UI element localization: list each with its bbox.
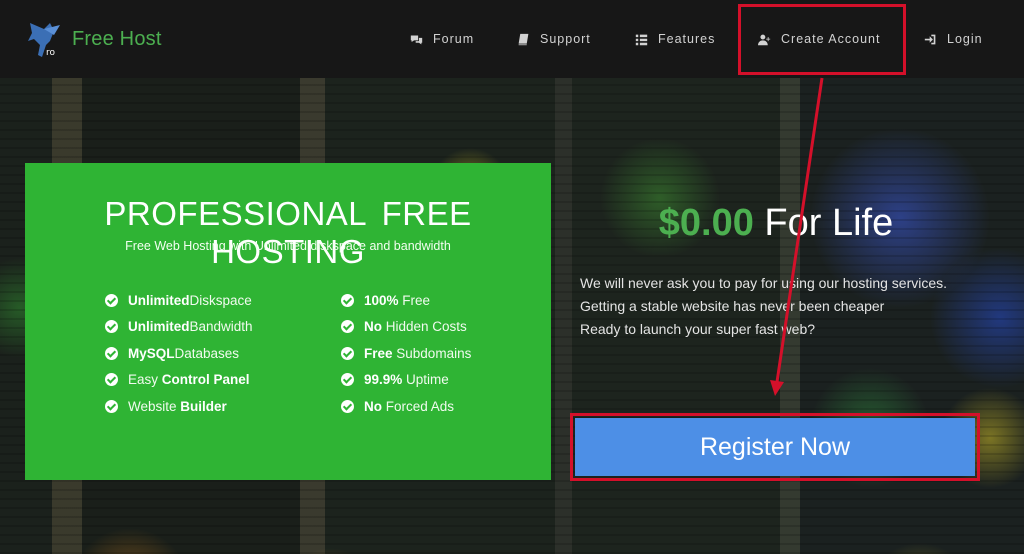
promo-title: PROFESSIONAL FREE HOSTING bbox=[104, 195, 472, 270]
brand-name: Free Host bbox=[72, 27, 162, 50]
nav-features-label: Features bbox=[658, 32, 716, 46]
svg-text:ro: ro bbox=[46, 48, 56, 58]
feature-item: Unlimited Bandwidth bbox=[105, 314, 253, 341]
hosting-promo-panel: PROFESSIONAL FREE HOSTING Free Web Hosti… bbox=[25, 163, 551, 480]
pegasus-logo-icon: ro bbox=[28, 23, 60, 58]
nav-login[interactable]: Login bbox=[924, 30, 983, 48]
create-account-highlight-box bbox=[738, 4, 906, 75]
nav-support[interactable]: Support bbox=[517, 30, 591, 48]
price-suffix: For Life bbox=[753, 202, 894, 244]
feature-item: 99.9% Uptime bbox=[341, 367, 471, 394]
feature-item: No Forced Ads bbox=[341, 393, 471, 420]
register-now-button[interactable]: Register Now bbox=[575, 418, 975, 476]
feature-item: Free Subdomains bbox=[341, 340, 471, 367]
feature-list-right: 100% Free No Hidden Costs Free Subdomain… bbox=[341, 287, 471, 420]
check-circle-icon bbox=[105, 399, 118, 413]
pitch-line: Getting a stable website has never been … bbox=[580, 298, 885, 314]
price-headline: $0.00 For Life bbox=[572, 202, 980, 245]
feature-item: Unlimited Diskspace bbox=[105, 287, 253, 314]
nav-forum[interactable]: Forum bbox=[410, 30, 474, 48]
check-circle-icon bbox=[105, 373, 118, 387]
nav-forum-label: Forum bbox=[433, 32, 475, 46]
check-circle-icon bbox=[341, 293, 354, 307]
feature-item: Easy Control Panel bbox=[105, 367, 253, 394]
feature-item: No Hidden Costs bbox=[341, 314, 471, 341]
pitch-line: We will never ask you to pay for using o… bbox=[580, 275, 948, 291]
check-circle-icon bbox=[341, 320, 354, 334]
nav-features[interactable]: Features bbox=[635, 30, 715, 48]
chat-bubbles-icon bbox=[410, 34, 423, 44]
check-circle-icon bbox=[105, 346, 118, 360]
nav-login-label: Login bbox=[947, 32, 983, 46]
feature-list-left: Unlimited Diskspace Unlimited Bandwidth … bbox=[105, 287, 253, 420]
promo-subtitle: Free Web Hosting with Unlimited diskspac… bbox=[125, 239, 451, 253]
feature-item: MySQL Databases bbox=[105, 340, 253, 367]
check-circle-icon bbox=[341, 346, 354, 360]
sign-in-icon bbox=[924, 34, 936, 44]
check-circle-icon bbox=[341, 399, 354, 413]
price-amount: $0.00 bbox=[658, 202, 754, 244]
check-circle-icon bbox=[105, 293, 118, 307]
feature-item: 100% Free bbox=[341, 287, 471, 314]
pricing-pitch: We will never ask you to pay for using o… bbox=[580, 272, 947, 341]
brand-logo-link[interactable]: ro Free Host bbox=[24, 18, 162, 60]
nav-support-label: Support bbox=[540, 32, 591, 46]
register-highlight-box: Register Now bbox=[570, 413, 980, 481]
check-circle-icon bbox=[341, 373, 354, 387]
list-icon bbox=[635, 34, 648, 45]
feature-item: Website Builder bbox=[105, 393, 253, 420]
book-icon bbox=[518, 33, 529, 45]
pitch-line: Ready to launch your super fast web? bbox=[580, 321, 816, 337]
check-circle-icon bbox=[105, 320, 118, 334]
